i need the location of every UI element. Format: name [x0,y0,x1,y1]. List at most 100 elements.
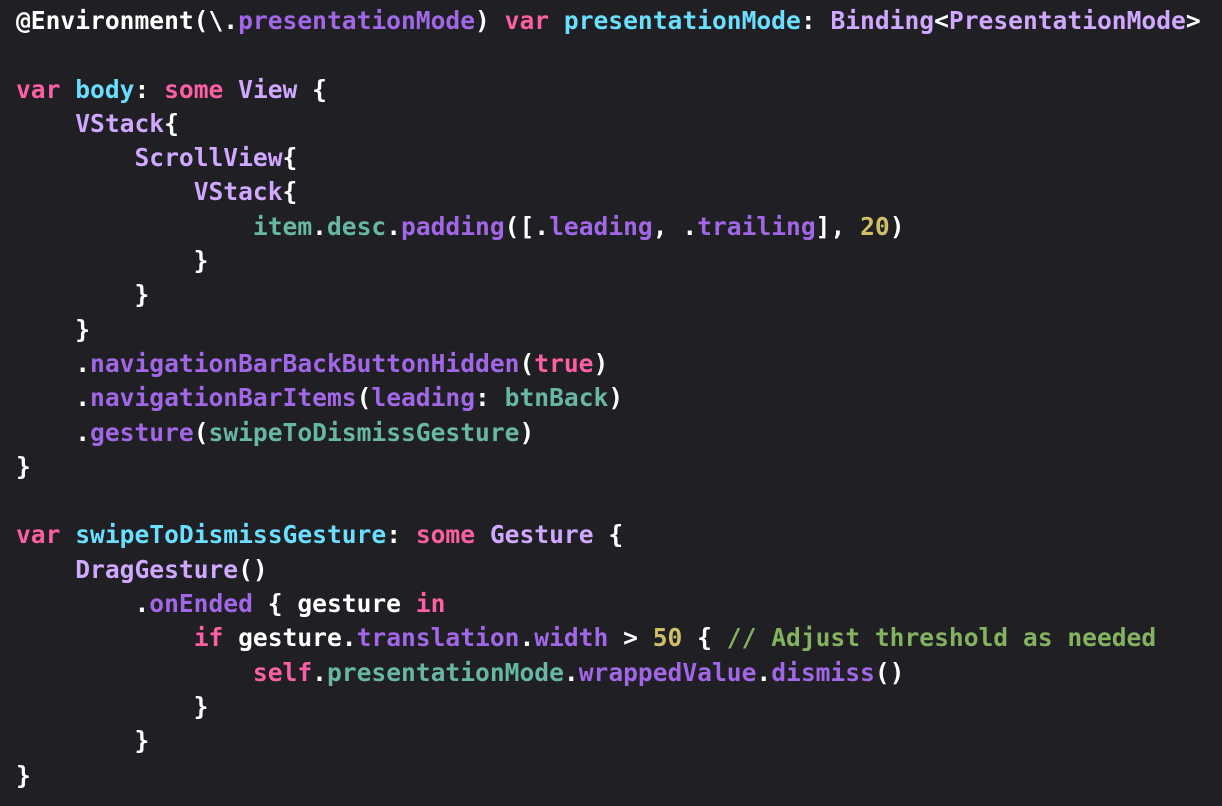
code-token-plain: ( [356,383,372,413]
code-token-keyword: var [16,74,61,104]
code-token-plain: . [386,211,402,241]
code-line[interactable]: } [16,278,1222,312]
code-token-plain: . [16,348,91,378]
code-line[interactable]: } [16,244,1222,278]
code-token-plain: { [282,143,298,173]
code-token-method: leading [371,383,476,413]
code-token-plain: : [134,74,165,104]
code-token-method: translation [356,623,520,653]
code-line[interactable]: } [16,313,1222,347]
code-token-plain: ([. [504,211,550,241]
code-token-plain: : [800,6,831,35]
code-token-plain: ) [519,417,535,447]
code-token-plain: ( [519,348,535,378]
code-line[interactable]: } [16,690,1222,724]
code-token-plain: () [874,657,905,687]
code-token-type: VStack [75,108,165,138]
code-line[interactable]: VStack{ [16,107,1222,141]
code-token-method: padding [401,211,505,241]
code-token-plain: } [16,726,150,756]
code-token-plain: ) [889,211,905,241]
code-token-keyword: in [415,589,446,619]
code-line[interactable]: VStack{ [16,175,1222,209]
code-token-plain: > [608,623,653,653]
code-line[interactable]: ScrollView{ [16,141,1222,175]
code-line[interactable]: var swipeToDismissGesture: some Gesture … [16,518,1222,552]
code-token-type: Gesture [489,520,594,550]
code-line[interactable]: } [16,759,1222,793]
code-token-keyword: self [252,657,313,687]
code-line[interactable]: .onEnded { gesture in [16,587,1222,621]
code-token-keyword: true [534,348,594,378]
code-token-method: gesture [90,417,194,447]
code-line[interactable]: .gesture(swipeToDismissGesture) [16,416,1222,450]
code-token-plain: ], [815,211,861,241]
code-token-plain: . [312,657,327,687]
code-line[interactable]: @Environment(\.presentationMode) var pre… [16,4,1222,38]
code-token-plain: > [1185,6,1201,35]
code-line[interactable]: item.desc.padding([.leading, .trailing],… [16,210,1222,244]
code-token-variable: presentationMode [326,657,564,687]
code-token-plain: ) [593,348,609,378]
code-token-plain: . [563,657,579,687]
code-token-plain: } [16,451,31,481]
code-line[interactable]: self.presentationMode.wrappedValue.dismi… [16,656,1222,690]
code-line[interactable] [16,484,1222,518]
code-token-type: ScrollView [134,143,283,173]
code-token-plain: . [312,211,327,241]
code-line[interactable]: .navigationBarBackButtonHidden(true) [16,347,1222,381]
code-token-keyword: some [415,520,476,550]
code-token-type: DragGesture [75,554,239,584]
code-token-plain: { [164,108,179,138]
code-line[interactable]: } [16,450,1222,484]
code-token-plain: ) [608,383,624,413]
code-token-method: presentationMode [238,6,476,35]
code-token-number: 50 [652,623,683,653]
code-token-plain: . [756,657,772,687]
code-token-plain: , . [652,211,698,241]
code-token-plain: } [16,691,209,721]
code-token-plain: () [238,554,268,584]
code-token-comment: // Adjust threshold as needed [726,623,1157,653]
code-token-plain: ) [475,6,505,35]
code-editor[interactable]: @Environment(\.presentationMode) var pre… [0,0,1222,806]
code-token-plain: } [16,280,150,310]
code-token-plain: . [519,623,535,653]
code-line[interactable]: DragGesture() [16,553,1222,587]
code-token-declaration: swipeToDismissGesture [75,520,387,550]
code-token-method: onEnded [149,589,253,619]
code-token-method: navigationBarItems [90,383,357,413]
code-line[interactable] [16,38,1222,72]
code-token-plain: . [16,417,91,447]
code-token-keyword: some [164,74,224,104]
code-token-plain: < [934,6,949,35]
code-token-variable: btnBack [504,383,609,413]
code-token-plain: { [297,74,327,104]
code-token-plain: . [16,589,150,619]
code-token-plain: ( [193,417,209,447]
code-token-method: navigationBarBackButtonHidden [90,348,520,378]
code-line[interactable]: var body: some View { [16,73,1222,107]
code-token-variable: swipeToDismissGesture [208,417,520,447]
code-token-plain: } [16,246,209,276]
code-token-type: PresentationMode [948,6,1186,35]
code-token-plain: : [475,383,505,413]
code-token-plain: : [386,520,416,550]
code-token-plain: { [682,623,727,653]
code-token-declaration: presentationMode [563,6,801,35]
code-token-method: width [534,623,609,653]
code-line[interactable]: if gesture.translation.width > 50 { // A… [16,621,1222,655]
code-line[interactable]: .navigationBarItems(leading: btnBack) [16,381,1222,415]
code-token-type: View [238,74,298,104]
code-token-plain: . [16,383,91,413]
code-line[interactable]: } [16,724,1222,758]
code-token-declaration: body [75,74,135,104]
